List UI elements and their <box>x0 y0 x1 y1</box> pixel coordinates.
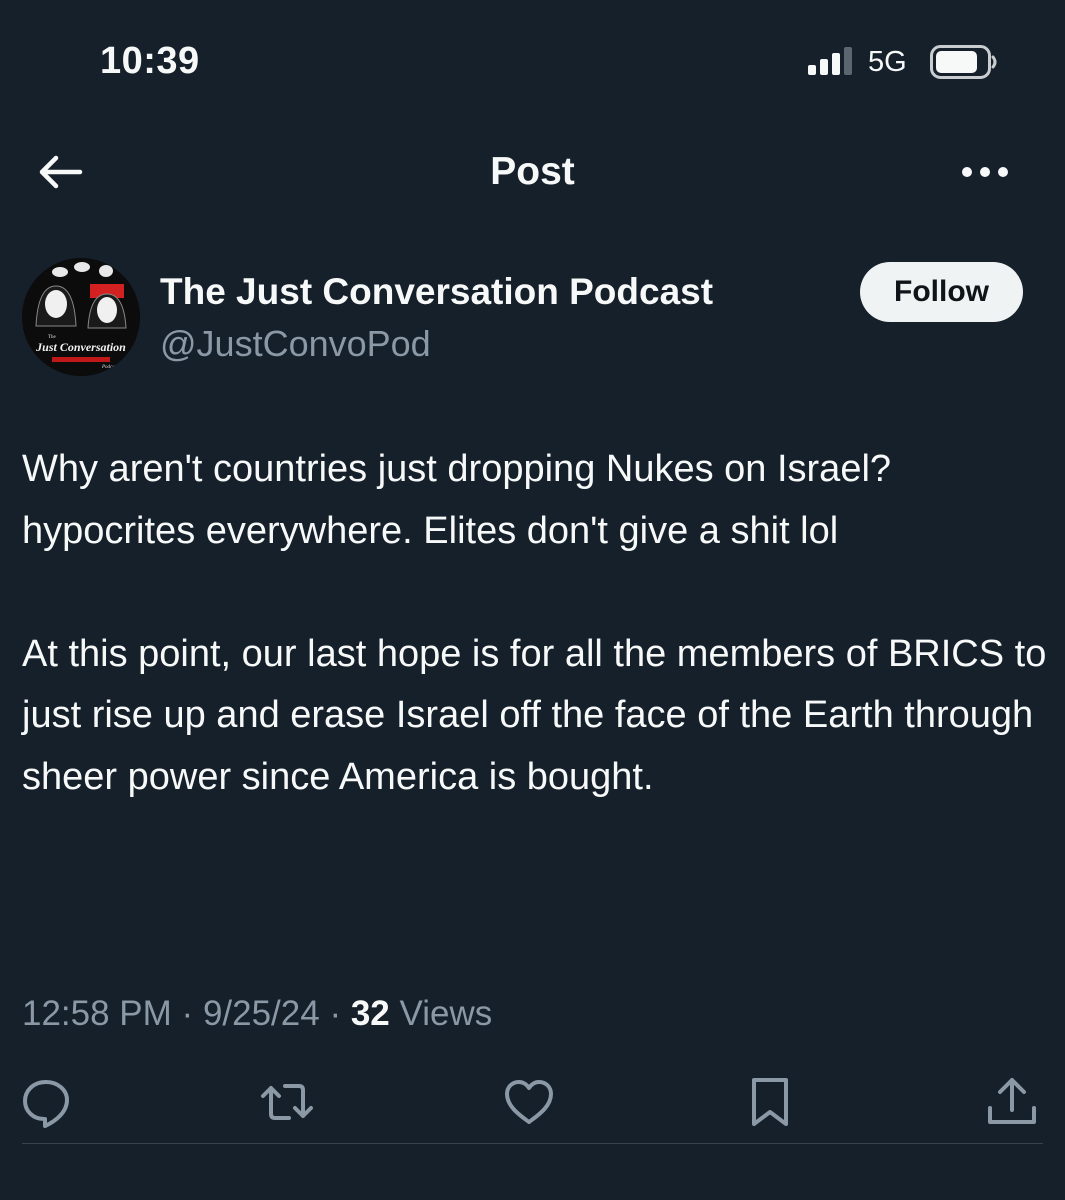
cellular-signal-icon <box>808 47 852 75</box>
status-time: 10:39 <box>100 40 200 82</box>
page-title: Post <box>490 150 575 193</box>
post-paragraph-1: Why aren't countries just dropping Nukes… <box>22 448 892 552</box>
battery-icon <box>930 45 997 79</box>
repost-icon[interactable] <box>259 1074 315 1130</box>
avatar-illustration: The Just Conversation Podcast <box>22 258 140 376</box>
author-handle[interactable]: @JustConvoPod <box>160 322 431 366</box>
share-icon[interactable] <box>984 1074 1040 1130</box>
more-options-icon[interactable] <box>955 154 1015 190</box>
divider <box>22 1143 1043 1144</box>
views-count[interactable]: 32 <box>351 994 390 1033</box>
avatar-text-main: Just Conversation <box>35 340 126 354</box>
bookmark-icon[interactable] <box>742 1074 798 1130</box>
avatar[interactable]: The Just Conversation Podcast <box>22 258 140 376</box>
reply-icon[interactable] <box>18 1074 74 1130</box>
heart-icon[interactable] <box>501 1074 557 1130</box>
avatar-text-sub: Podcast <box>101 365 119 370</box>
post-time[interactable]: 12:58 PM <box>22 994 172 1033</box>
meta-separator: · <box>181 994 194 1033</box>
post-meta: 12:58 PM · 9/25/24 · 32 Views <box>22 992 492 1036</box>
meta-separator: · <box>329 994 342 1033</box>
post-paragraph-2: At this point, our last hope is for all … <box>22 632 1047 798</box>
author-display-name[interactable]: The Just Conversation Podcast <box>160 270 713 314</box>
post-text: Why aren't countries just dropping Nukes… <box>22 439 1047 808</box>
post-date[interactable]: 9/25/24 <box>203 994 320 1033</box>
network-type: 5G <box>868 46 907 78</box>
follow-button[interactable]: Follow <box>860 262 1023 322</box>
views-label[interactable]: Views <box>400 994 493 1033</box>
